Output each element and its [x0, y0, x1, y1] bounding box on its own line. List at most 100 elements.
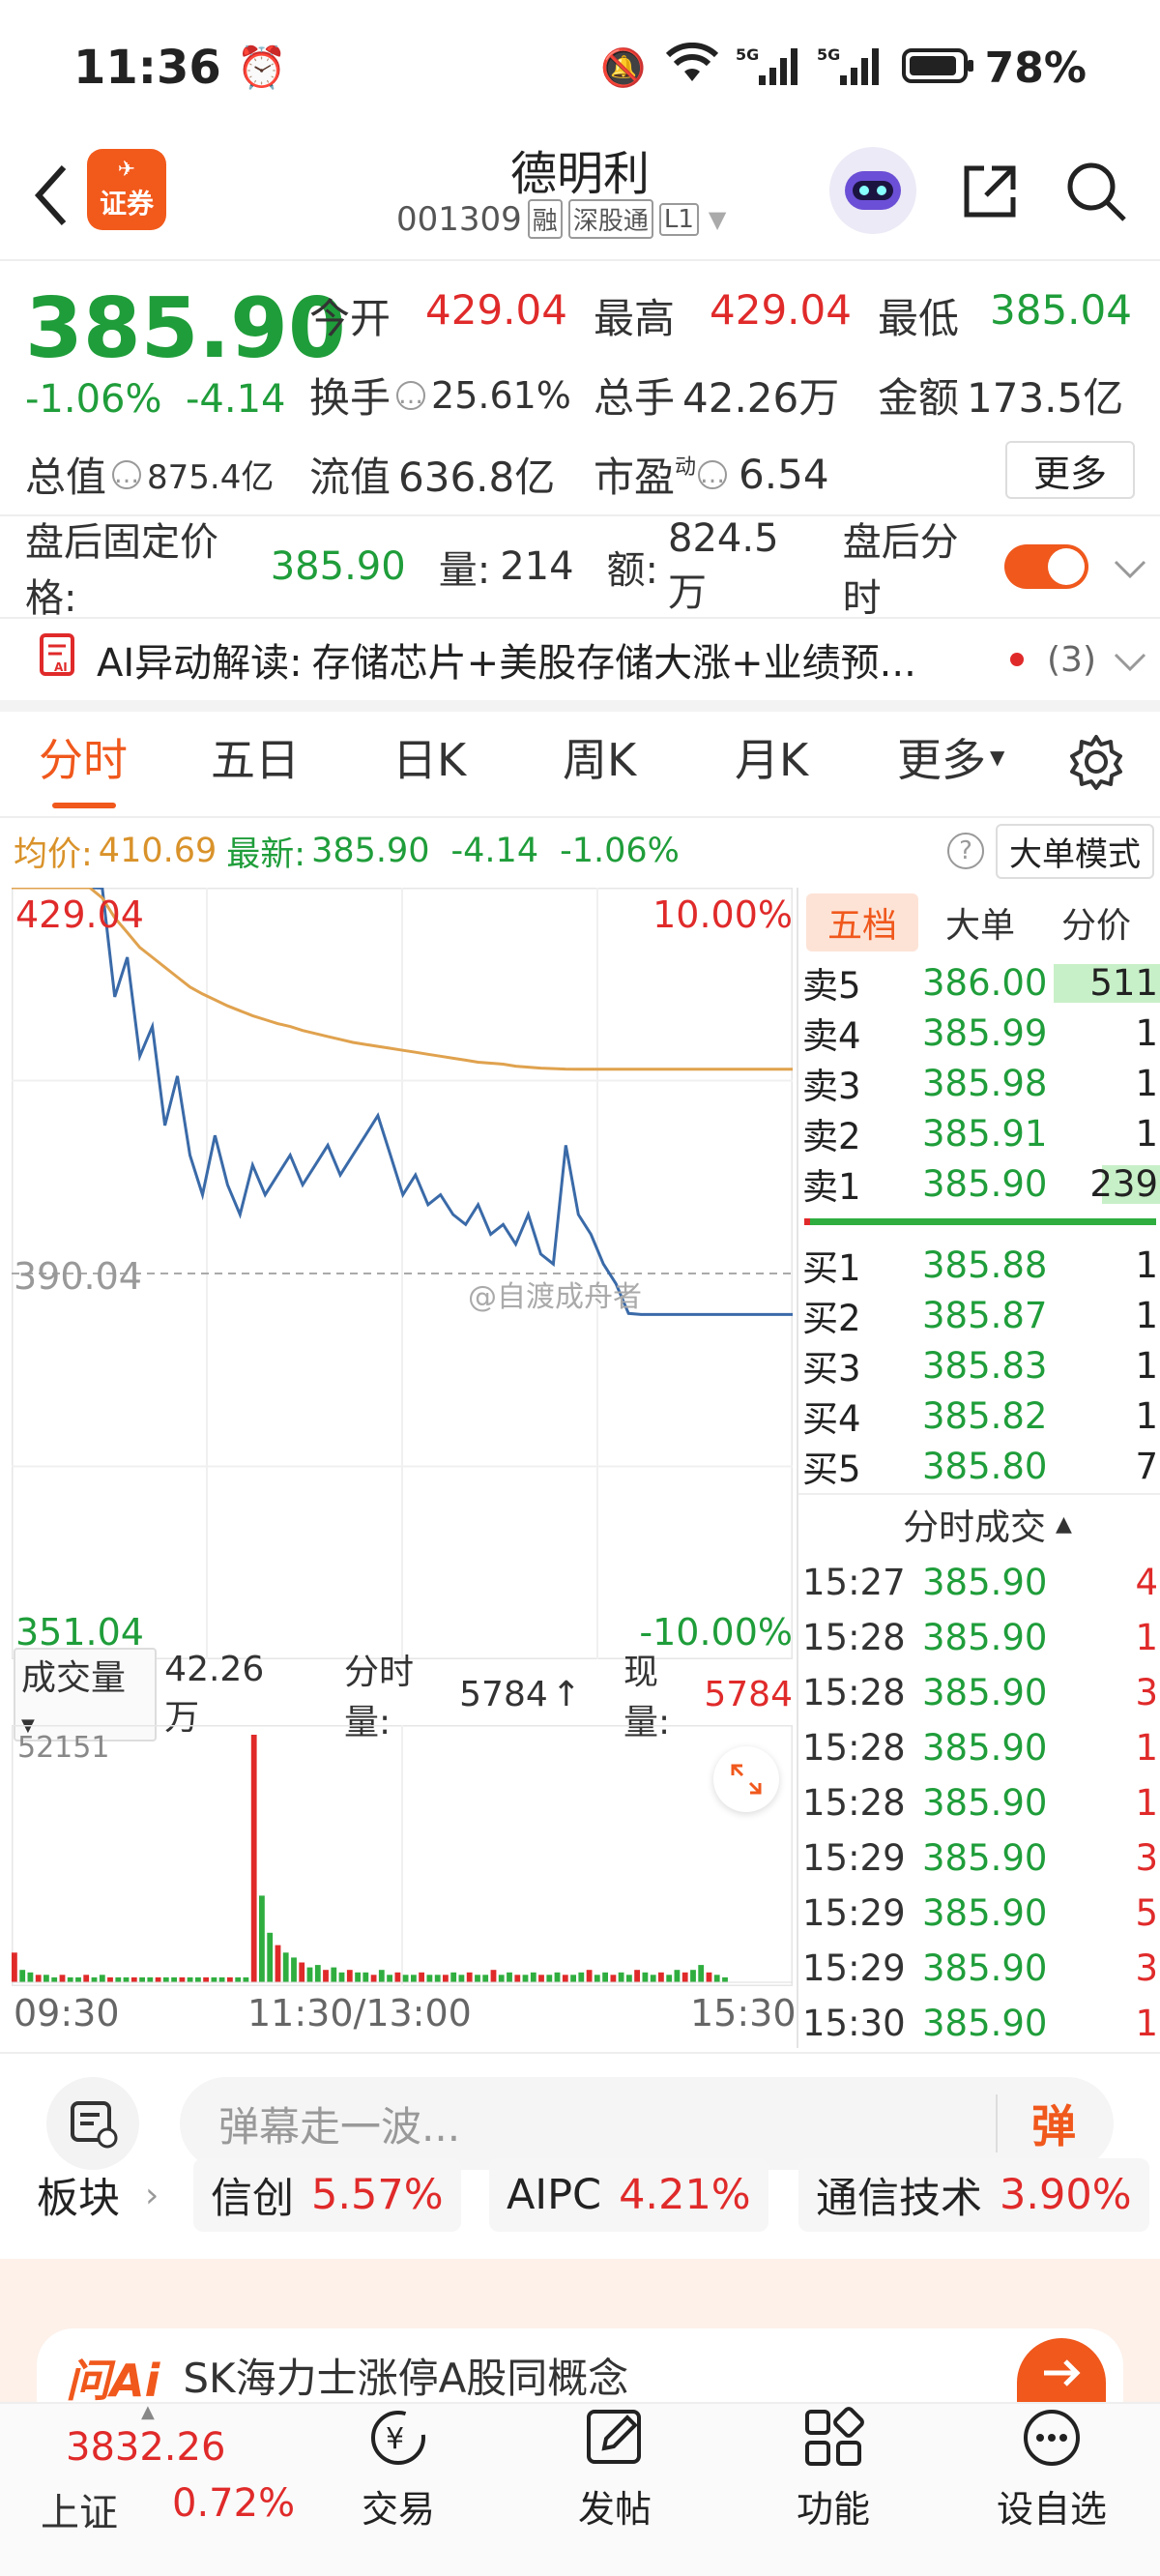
nav-add-watchlist-label: 设自选	[996, 2488, 1107, 2531]
volume-bar	[155, 1976, 161, 1982]
volume-type-label: 成交量	[21, 1657, 127, 1698]
mcap-value: 875.4亿	[147, 458, 275, 497]
board-chip-aipc[interactable]: AIPC 4.21%	[489, 2158, 768, 2232]
after-hours-toggle[interactable]	[1004, 544, 1088, 589]
svg-text:AI: AI	[54, 660, 68, 674]
info-icon[interactable]: …	[698, 459, 728, 489]
x-label-close: 15:30	[690, 1992, 797, 2034]
trade-vol: 3	[1135, 1671, 1158, 1713]
search-icon[interactable]	[1058, 153, 1135, 230]
trade-price: 385.90	[922, 1947, 1048, 1989]
nav-post[interactable]: 发帖	[537, 2404, 692, 2532]
ask-row-5: 卖5 386.00 511	[802, 957, 1160, 1008]
volume-bar	[530, 1972, 536, 1982]
after-hours-bar: 盘后固定价格: 385.90 量: 214 额: 824.5万 盘后分时	[25, 516, 1146, 621]
after-hours-vol: 214	[500, 544, 574, 589]
nav-functions[interactable]: 功能	[756, 2404, 911, 2532]
caret-down-icon[interactable]: ▼	[709, 206, 726, 233]
trade-row: 15:28 385.90 1	[802, 1720, 1160, 1774]
trade-vol: 4	[1135, 1561, 1158, 1603]
danmaku-send-button[interactable]: 弹	[1015, 2089, 1092, 2158]
volume-bar	[554, 1972, 561, 1982]
ob-tab-price-dist[interactable]: 分价	[1046, 893, 1146, 951]
trade-row: 15:28 385.90 1	[802, 1610, 1160, 1664]
danmaku-input[interactable]: 弹幕走一波...	[180, 2077, 1114, 2170]
tab-monthly-k[interactable]: 月K	[735, 704, 808, 810]
ob-tab-big-orders[interactable]: 大单	[930, 893, 1030, 951]
share-icon[interactable]	[951, 153, 1029, 230]
tab-five-day[interactable]: 五日	[211, 704, 300, 810]
nav-functions-label: 功能	[796, 2488, 870, 2531]
back-icon[interactable]	[21, 157, 79, 234]
nav-add-watchlist[interactable]: 设自选	[974, 2404, 1129, 2532]
volume-bar	[139, 1976, 145, 1982]
help-icon[interactable]: ?	[947, 833, 984, 869]
info-icon[interactable]: …	[112, 459, 142, 489]
bid-label: 买3	[802, 1348, 861, 1390]
board-chip-xinchuang[interactable]: 信创 5.57%	[193, 2158, 461, 2232]
x-label-open: 09:30	[14, 1992, 120, 2034]
ai-news-card[interactable]: 问Ai SK海力士涨停A股同概念	[37, 2328, 1123, 2402]
after-hours-vol-label: 量:	[438, 548, 491, 593]
tab-intraday[interactable]: 分时	[39, 704, 128, 810]
trade-vol: 1	[1135, 2002, 1158, 2044]
trade-vol: 3	[1135, 1836, 1158, 1879]
volume-header: 成交量 ▼ 42.26万 分时量: 5784 ↑ 现量: 5784	[14, 1647, 793, 1742]
trade-price: 385.90	[922, 1671, 1048, 1713]
volume-bar	[227, 1976, 233, 1982]
volume-bar	[594, 1975, 600, 1982]
big-order-mode-button[interactable]: 大单模式	[996, 823, 1154, 879]
expand-icon[interactable]	[713, 1746, 779, 1812]
info-icon[interactable]: …	[396, 380, 426, 410]
volume-bar	[434, 1975, 441, 1982]
nav-post-label: 发帖	[577, 2488, 652, 2531]
ask-price: 385.90	[922, 1162, 1048, 1205]
bid-ask-bar	[804, 1218, 1156, 1225]
battery-icon	[901, 46, 975, 89]
chevron-right-icon: ›	[145, 2175, 160, 2215]
volume-bar	[562, 1975, 568, 1982]
ask-vol: 1	[1135, 1011, 1158, 1054]
comment-list-icon[interactable]	[46, 2077, 139, 2170]
ask-vol: 1	[1135, 1062, 1158, 1104]
turnover: 换手 … 25.61%	[309, 366, 571, 424]
bid-label: 买5	[802, 1449, 861, 1490]
up-arrow-icon: ↑	[551, 1674, 581, 1714]
trades-header[interactable]: 分时成交 ▲	[903, 1497, 1072, 1551]
tab-weekly-k[interactable]: 周K	[563, 704, 636, 810]
ai-analysis-bar[interactable]: AI AI异动解读: 存储芯片+美股存储大涨+业绩预... (3)	[39, 619, 1146, 700]
bid-price: 385.82	[922, 1394, 1048, 1437]
edit-icon	[587, 2410, 641, 2464]
chevron-down-icon[interactable]	[1114, 637, 1146, 682]
trade-row: 15:29 385.90 3	[802, 1941, 1160, 1995]
chevron-down-icon[interactable]	[1114, 544, 1146, 589]
nav-trade[interactable]: ¥ 交易	[321, 2404, 476, 2532]
index-value[interactable]: 3832.26	[66, 2425, 225, 2470]
tab-more[interactable]: 更多 ▼	[897, 704, 1004, 810]
boards-label[interactable]: 板块 ›	[37, 2158, 159, 2232]
volume-value: 42.26万	[682, 374, 840, 422]
chart-watermark: @自渡成舟者	[468, 1280, 642, 1314]
volume-bar	[674, 1970, 681, 1982]
board-chip-telecom[interactable]: 通信技术 3.90%	[798, 2158, 1149, 2232]
trade-price: 385.90	[922, 1616, 1048, 1658]
open-label: 今开	[309, 295, 392, 342]
ai-label: AI异动解读:	[97, 641, 303, 686]
ask-label: 卖3	[802, 1066, 861, 1107]
volume: 总手 42.26万	[594, 366, 839, 424]
trade-time: 15:28	[802, 1671, 906, 1713]
volume-chart[interactable]	[12, 1725, 793, 1986]
ob-tab-five-levels[interactable]: 五档	[806, 893, 918, 951]
bid-row-5: 买5 385.80 7	[802, 1441, 1160, 1491]
volume-bar	[570, 1975, 576, 1982]
ask-price: 385.91	[922, 1112, 1048, 1155]
tab-daily-k[interactable]: 日K	[392, 704, 466, 810]
volume-bar	[450, 1972, 457, 1982]
ask-label: 卖4	[802, 1015, 861, 1057]
trade-row: 15:29 385.90 3	[802, 1830, 1160, 1885]
more-dots-icon	[1024, 2410, 1080, 2466]
settings-gear-icon[interactable]	[1061, 727, 1131, 797]
more-button[interactable]: 更多	[1005, 441, 1135, 499]
robot-avatar-icon[interactable]	[829, 147, 916, 234]
trade-price: 385.90	[922, 1561, 1048, 1603]
